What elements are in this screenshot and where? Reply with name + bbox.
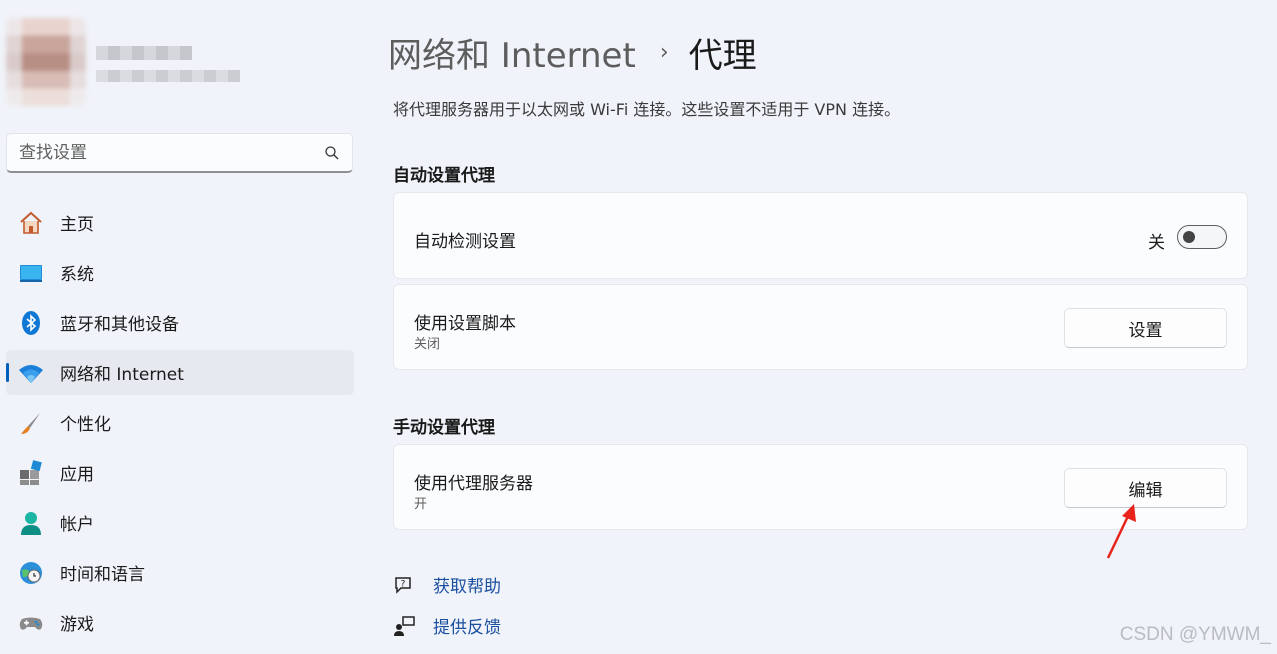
home-icon bbox=[18, 210, 44, 236]
user-name-redacted bbox=[96, 46, 192, 60]
sidebar-item-label: 网络和 Internet bbox=[60, 365, 184, 385]
sidebar-item-label: 帐户 bbox=[60, 515, 94, 535]
annotation-arrow-icon bbox=[1106, 504, 1136, 559]
help-chat-icon: ? bbox=[395, 576, 411, 594]
section-title-auto-proxy: 自动设置代理 bbox=[393, 166, 495, 186]
page-description: 将代理服务器用于以太网或 Wi-Fi 连接。这些设置不适用于 VPN 连接。 bbox=[393, 100, 901, 119]
sidebar-item-label: 游戏 bbox=[60, 615, 94, 635]
proxy-edit-button[interactable]: 编辑 bbox=[1064, 468, 1227, 508]
gamepad-icon bbox=[18, 610, 44, 636]
setup-script-label: 使用设置脚本 bbox=[414, 314, 516, 334]
sidebar-item-label: 主页 bbox=[60, 215, 94, 235]
sidebar-item-label: 个性化 bbox=[60, 415, 111, 435]
get-help-link[interactable]: 获取帮助 bbox=[433, 572, 501, 597]
setup-script-card: 使用设置脚本 关闭 设置 bbox=[393, 284, 1248, 370]
get-help-row[interactable]: ? 获取帮助 bbox=[393, 572, 501, 597]
sidebar-item-system[interactable]: 系统 bbox=[6, 250, 354, 295]
sidebar-item-bluetooth[interactable]: 蓝牙和其他设备 bbox=[6, 300, 354, 345]
sidebar-item-home[interactable]: 主页 bbox=[6, 200, 354, 245]
sidebar-item-time-language[interactable]: 时间和语言 bbox=[6, 550, 354, 595]
proxy-server-label: 使用代理服务器 bbox=[414, 474, 533, 494]
toggle-knob bbox=[1183, 231, 1195, 243]
bluetooth-icon bbox=[18, 310, 44, 336]
section-title-manual-proxy: 手动设置代理 bbox=[393, 418, 495, 438]
brush-icon bbox=[18, 410, 44, 436]
wifi-icon bbox=[18, 360, 44, 386]
svg-text:?: ? bbox=[401, 579, 406, 589]
breadcrumb: 网络和 Internet › 代理 bbox=[388, 28, 757, 77]
chevron-right-icon: › bbox=[659, 40, 669, 65]
sidebar-item-label: 蓝牙和其他设备 bbox=[60, 315, 179, 335]
toggle-state-label: 关 bbox=[1148, 233, 1165, 253]
feedback-row[interactable]: 提供反馈 bbox=[393, 613, 501, 638]
account-icon bbox=[18, 510, 44, 536]
auto-detect-card: 自动检测设置 关 bbox=[393, 192, 1248, 279]
monitor-icon bbox=[18, 260, 44, 286]
sidebar-item-label: 时间和语言 bbox=[60, 565, 145, 585]
sidebar-item-network[interactable]: 网络和 Internet bbox=[6, 350, 354, 395]
sidebar-item-personalization[interactable]: 个性化 bbox=[6, 400, 354, 445]
breadcrumb-parent-link[interactable]: 网络和 Internet bbox=[388, 28, 636, 77]
setup-script-button[interactable]: 设置 bbox=[1064, 308, 1227, 348]
globe-clock-icon bbox=[18, 560, 44, 586]
watermark: CSDN @YMWM_ bbox=[1119, 624, 1271, 645]
sidebar-item-label: 系统 bbox=[60, 265, 94, 285]
main-content: 网络和 Internet › 代理 将代理服务器用于以太网或 Wi-Fi 连接。… bbox=[388, 0, 1277, 654]
auto-detect-toggle[interactable] bbox=[1177, 225, 1227, 249]
proxy-server-status: 开 bbox=[414, 497, 428, 512]
sidebar-item-label: 应用 bbox=[60, 465, 94, 485]
feedback-link[interactable]: 提供反馈 bbox=[433, 613, 501, 638]
user-email-redacted bbox=[96, 70, 240, 82]
auto-detect-label: 自动检测设置 bbox=[414, 232, 516, 252]
search-icon[interactable] bbox=[324, 145, 340, 161]
sidebar-item-gaming[interactable]: 游戏 bbox=[6, 600, 354, 645]
sidebar: 主页 系统 蓝牙和其他设备 bbox=[0, 0, 370, 654]
sidebar-item-accounts[interactable]: 帐户 bbox=[6, 500, 354, 545]
page-title: 代理 bbox=[688, 36, 757, 76]
sidebar-item-apps[interactable]: 应用 bbox=[6, 450, 354, 495]
feedback-icon bbox=[394, 615, 415, 636]
search-input[interactable] bbox=[19, 142, 324, 163]
setup-script-status: 关闭 bbox=[414, 337, 441, 352]
apps-icon bbox=[18, 459, 44, 486]
search-box[interactable] bbox=[6, 133, 353, 173]
sidebar-nav: 主页 系统 蓝牙和其他设备 网络和 Internet 个性化 应用 帐户 时间和… bbox=[6, 200, 354, 650]
avatar[interactable] bbox=[6, 18, 86, 106]
